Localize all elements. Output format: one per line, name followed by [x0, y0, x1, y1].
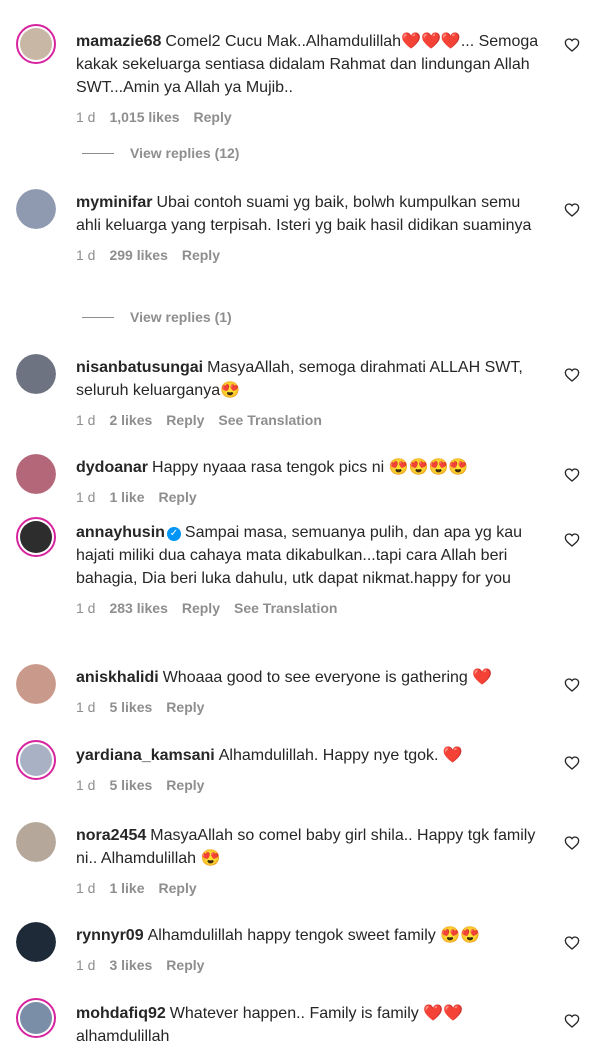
- comment-time: 1 d: [76, 777, 96, 793]
- avatar[interactable]: [16, 664, 56, 704]
- heart-outline-icon[interactable]: [564, 532, 580, 548]
- view-replies-button[interactable]: View replies (12): [82, 145, 239, 161]
- reply-button[interactable]: Reply: [182, 247, 220, 263]
- avatar[interactable]: [16, 517, 56, 557]
- likes-count[interactable]: 3 likes: [109, 957, 152, 973]
- comment-time: 1 d: [76, 957, 96, 973]
- likes-count[interactable]: 5 likes: [109, 777, 152, 793]
- avatar[interactable]: [16, 922, 56, 962]
- comment-username[interactable]: aniskhalidi: [76, 669, 159, 686]
- likes-count[interactable]: 283 likes: [109, 600, 167, 616]
- comment-text: Alhamdulillah happy tengok sweet family …: [147, 927, 481, 944]
- comment-text: Happy nyaaa rasa tengok pics ni 😍😍😍😍: [152, 459, 469, 476]
- comment-text: Whoaaa good to see everyone is gathering…: [162, 669, 493, 686]
- comment-username[interactable]: myminifar: [76, 194, 152, 211]
- reply-button[interactable]: Reply: [166, 699, 204, 715]
- heart-outline-icon[interactable]: [564, 467, 580, 483]
- comment-time: 1 d: [76, 880, 96, 896]
- comment-username[interactable]: rynnyr09: [76, 927, 144, 944]
- heart-outline-icon[interactable]: [564, 367, 580, 383]
- comment-username[interactable]: mohdafiq92: [76, 1005, 166, 1022]
- heart-outline-icon[interactable]: [564, 835, 580, 851]
- verified-badge-icon: ✓: [166, 527, 181, 541]
- heart-outline-icon[interactable]: [564, 935, 580, 951]
- comment-time: 1 d: [76, 247, 96, 263]
- reply-button[interactable]: Reply: [182, 600, 220, 616]
- avatar[interactable]: [16, 189, 56, 229]
- view-replies-button[interactable]: View replies (1): [82, 309, 232, 325]
- comment-username[interactable]: dydoanar: [76, 459, 148, 476]
- avatar[interactable]: [16, 822, 56, 862]
- comment-username[interactable]: mamazie68: [76, 33, 161, 50]
- comment-time: 1 d: [76, 412, 96, 428]
- comment-username[interactable]: nora2454: [76, 827, 146, 844]
- comment-username[interactable]: nisanbatusungai: [76, 359, 203, 376]
- comment-username[interactable]: annayhusin: [76, 524, 165, 541]
- likes-count[interactable]: 2 likes: [109, 412, 152, 428]
- reply-button[interactable]: Reply: [166, 957, 204, 973]
- see-translation-button[interactable]: See Translation: [234, 600, 337, 616]
- comment-text: Alhamdulillah. Happy nye tgok. ❤️: [218, 747, 463, 764]
- avatar[interactable]: [16, 740, 56, 780]
- heart-outline-icon[interactable]: [564, 202, 580, 218]
- reply-button[interactable]: Reply: [194, 109, 232, 125]
- divider-line: [82, 317, 114, 318]
- avatar[interactable]: [16, 24, 56, 64]
- likes-count[interactable]: 299 likes: [109, 247, 167, 263]
- reply-button[interactable]: Reply: [166, 412, 204, 428]
- reply-button[interactable]: Reply: [166, 777, 204, 793]
- comment-time: 1 d: [76, 489, 96, 505]
- reply-button[interactable]: Reply: [159, 880, 197, 896]
- comment-time: 1 d: [76, 109, 96, 125]
- comment-time: 1 d: [76, 600, 96, 616]
- likes-count[interactable]: 1,015 likes: [109, 109, 179, 125]
- avatar[interactable]: [16, 454, 56, 494]
- heart-outline-icon[interactable]: [564, 755, 580, 771]
- heart-outline-icon[interactable]: [564, 677, 580, 693]
- likes-count[interactable]: 1 like: [109, 489, 144, 505]
- avatar[interactable]: [16, 354, 56, 394]
- likes-count[interactable]: 5 likes: [109, 699, 152, 715]
- comment-time: 1 d: [76, 699, 96, 715]
- divider-line: [82, 153, 114, 154]
- likes-count[interactable]: 1 like: [109, 880, 144, 896]
- heart-outline-icon[interactable]: [564, 37, 580, 53]
- heart-outline-icon[interactable]: [564, 1013, 580, 1029]
- comment-username[interactable]: yardiana_kamsani: [76, 747, 215, 764]
- see-translation-button[interactable]: See Translation: [218, 412, 321, 428]
- reply-button[interactable]: Reply: [159, 489, 197, 505]
- avatar[interactable]: [16, 998, 56, 1038]
